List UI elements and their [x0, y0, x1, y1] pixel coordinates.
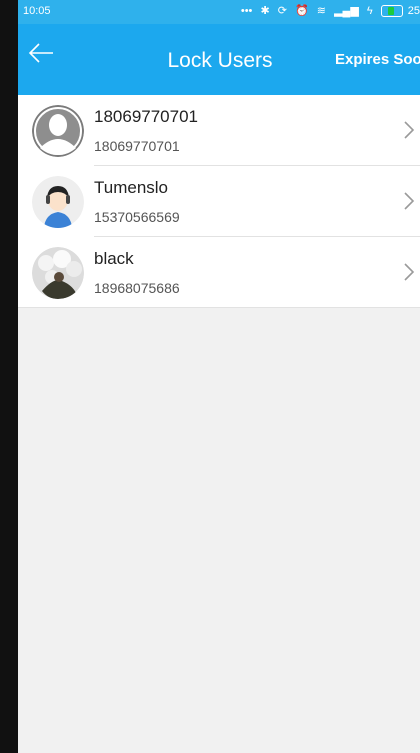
chevron-right-icon [404, 192, 415, 210]
default-user-icon [32, 105, 84, 157]
divider [18, 307, 420, 308]
battery-level: 25 [407, 5, 420, 17]
alarm-icon: ⏰ [295, 5, 309, 17]
expires-soon-button[interactable]: Expires Soon [335, 51, 420, 68]
sync-icon: ⟳ [277, 5, 287, 17]
cartoon-boy-icon [32, 176, 84, 228]
charging-icon: ϟ [366, 5, 373, 17]
avatar [32, 247, 84, 299]
bluetooth-icon: ✱ [260, 5, 270, 17]
status-icons: ••• ✱ ⟳ ⏰ ≋ ▂▄▆ ϟ 25 [236, 4, 420, 18]
battery-icon [380, 5, 403, 18]
screen: 10:05 ••• ✱ ⟳ ⏰ ≋ ▂▄▆ ϟ 25 Lock Users Ex… [18, 0, 420, 753]
user-phone: 15370566569 [94, 209, 180, 225]
list-item[interactable]: Tumenslo 15370566569 [18, 166, 420, 237]
device-frame: 10:05 ••• ✱ ⟳ ⏰ ≋ ▂▄▆ ϟ 25 Lock Users Ex… [0, 0, 420, 753]
signal-icon: ▂▄▆ [334, 5, 359, 17]
chevron-right-icon [404, 263, 415, 281]
photo-avatar-icon [32, 247, 84, 299]
arrow-left-icon [28, 43, 53, 63]
chevron-right-icon [404, 121, 415, 139]
user-phone: 18069770701 [94, 138, 180, 154]
list-item[interactable]: black 18968075686 [18, 237, 420, 308]
user-phone: 18968075686 [94, 280, 180, 296]
wifi-icon: ≋ [316, 5, 327, 17]
user-name: 18069770701 [94, 107, 199, 126]
list-item[interactable]: 18069770701 18069770701 [18, 95, 420, 166]
app-bar: Lock Users Expires Soon [18, 24, 420, 95]
avatar [32, 105, 84, 157]
user-name: black [94, 249, 134, 268]
back-button[interactable] [28, 42, 72, 78]
user-name: Tumenslo [94, 178, 169, 197]
user-list: 18069770701 18069770701 Tumenslo 1537056… [18, 95, 420, 308]
avatar [32, 176, 84, 228]
more-dots-icon: ••• [240, 5, 253, 17]
page-title: Lock Users [167, 49, 273, 72]
status-bar: 10:05 ••• ✱ ⟳ ⏰ ≋ ▂▄▆ ϟ 25 [18, 0, 420, 24]
status-time: 10:05 [23, 5, 51, 17]
